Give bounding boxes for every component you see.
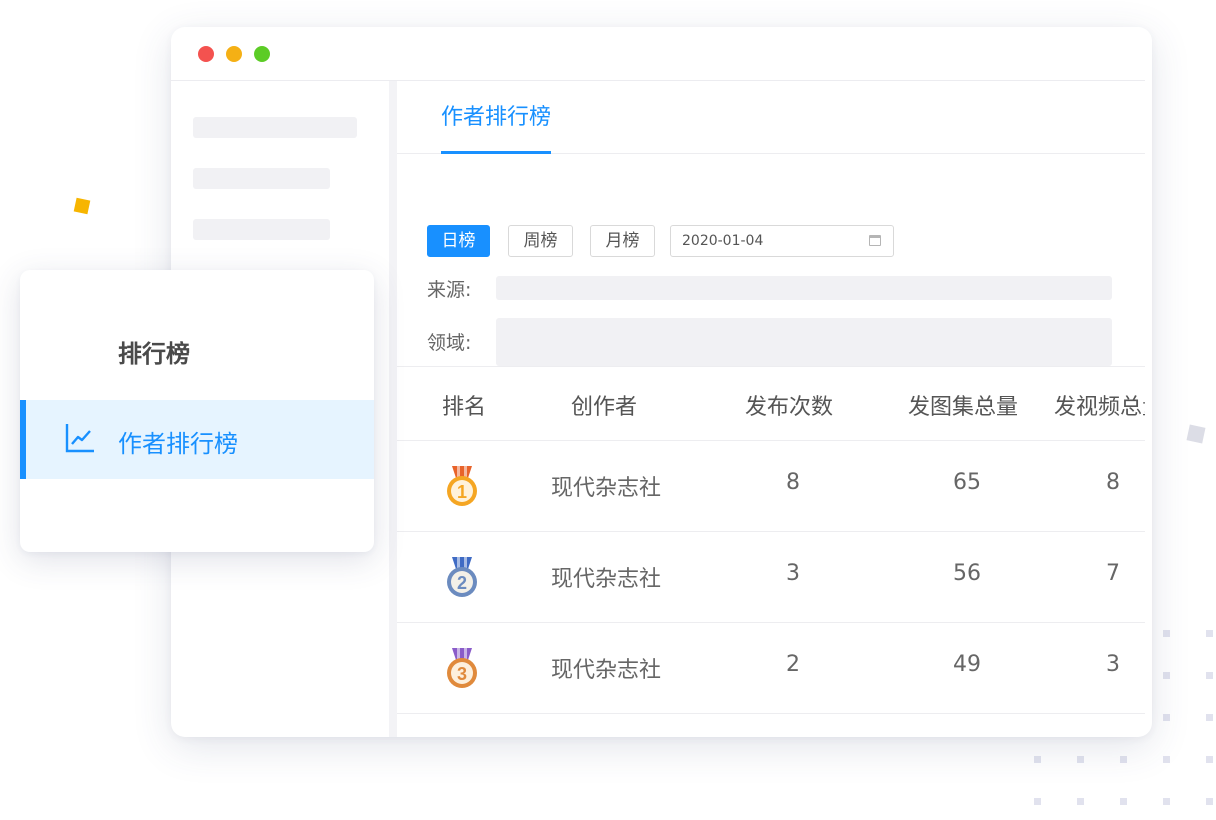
nav-group-title: 排行榜 xyxy=(118,340,190,368)
sidebar-placeholder xyxy=(193,168,330,189)
field-filter-bar[interactable] xyxy=(496,318,1112,366)
monthly-ranking-button[interactable]: 月榜 xyxy=(590,225,655,257)
decor-dot xyxy=(1163,630,1170,637)
decor-dot xyxy=(1120,756,1127,763)
maximize-window-button[interactable] xyxy=(254,46,270,62)
decor-yellow-square xyxy=(73,197,91,215)
publish-count: 3 xyxy=(786,561,800,586)
close-window-button[interactable] xyxy=(198,46,214,62)
table-header: 排名 创作者 发布次数 发图集总量 发视频总量 xyxy=(397,366,1145,441)
table-row[interactable]: 3 现代杂志社 2 49 3 xyxy=(397,622,1145,714)
table-row[interactable]: 4现代杂志社7408 xyxy=(397,713,1145,737)
video-total: 7 xyxy=(1106,561,1120,586)
decor-dot xyxy=(1206,756,1213,763)
rank-medal-icon: 2 xyxy=(447,557,477,597)
creator-name: 现代杂志社 xyxy=(550,567,662,592)
source-label: 来源: xyxy=(427,279,472,301)
decor-dot xyxy=(1163,672,1170,679)
decor-dot xyxy=(1163,756,1170,763)
decor-dot xyxy=(1034,798,1041,805)
column-header-publish-count: 发布次数 xyxy=(745,395,834,420)
line-chart-icon xyxy=(65,424,94,453)
nav-item-label: 作者排行榜 xyxy=(118,430,238,458)
date-value: 2020-01-04 xyxy=(682,233,764,249)
main-content: 作者排行榜 日榜 周榜 月榜 2020-01-04 来源: 领域: 排名 创作者… xyxy=(397,81,1145,737)
decor-dot xyxy=(1120,798,1127,805)
daily-ranking-button[interactable]: 日榜 xyxy=(427,225,490,257)
sidebar-placeholder xyxy=(193,117,357,138)
date-picker[interactable]: 2020-01-04 xyxy=(670,225,894,257)
decor-dot xyxy=(1206,672,1213,679)
creator-name: 现代杂志社 xyxy=(550,476,662,501)
tab-bar: 作者排行榜 xyxy=(397,81,1145,154)
column-header-rank: 排名 xyxy=(442,395,487,420)
decor-grey-square xyxy=(1186,424,1206,444)
decor-dot xyxy=(1206,630,1213,637)
rank-number: 3 xyxy=(457,664,467,684)
column-header-gallery-total: 发图集总量 xyxy=(908,395,1019,420)
calendar-icon[interactable] xyxy=(869,235,881,246)
gallery-total: 65 xyxy=(953,470,981,495)
decor-dot xyxy=(1077,798,1084,805)
nav-item-author-ranking[interactable]: 作者排行榜 xyxy=(20,400,374,479)
creator-name: 现代杂志社 xyxy=(550,658,662,683)
rank-medal-icon: 1 xyxy=(447,466,477,506)
video-total: 3 xyxy=(1106,652,1120,677)
minimize-window-button[interactable] xyxy=(226,46,242,62)
rank-number: 1 xyxy=(457,482,467,502)
video-total: 8 xyxy=(1106,470,1120,495)
column-header-creator: 创作者 xyxy=(571,395,638,420)
field-label: 领域: xyxy=(427,332,472,354)
table-row[interactable]: 1 现代杂志社 8 65 8 xyxy=(397,440,1145,532)
tab-author-ranking[interactable]: 作者排行榜 xyxy=(441,103,552,154)
publish-count: 2 xyxy=(786,652,800,677)
gallery-total: 49 xyxy=(953,652,981,677)
decor-dot xyxy=(1034,756,1041,763)
ranking-nav-card: 排行榜 作者排行榜 xyxy=(20,270,374,552)
sidebar-placeholder xyxy=(193,219,330,240)
column-header-video-total: 发视频总量 xyxy=(1054,395,1145,420)
decor-dot xyxy=(1163,714,1170,721)
decor-dot xyxy=(1163,798,1170,805)
source-filter-bar[interactable] xyxy=(496,276,1112,300)
publish-count: 8 xyxy=(786,470,800,495)
decor-dot xyxy=(1077,756,1084,763)
decor-dot xyxy=(1206,714,1213,721)
weekly-ranking-button[interactable]: 周榜 xyxy=(508,225,573,257)
gallery-total: 56 xyxy=(953,561,981,586)
decor-dot xyxy=(1206,798,1213,805)
table-row[interactable]: 2 现代杂志社 3 56 7 xyxy=(397,531,1145,623)
rank-medal-icon: 3 xyxy=(447,648,477,688)
window-titlebar xyxy=(171,27,1145,81)
rank-number: 2 xyxy=(457,573,467,593)
